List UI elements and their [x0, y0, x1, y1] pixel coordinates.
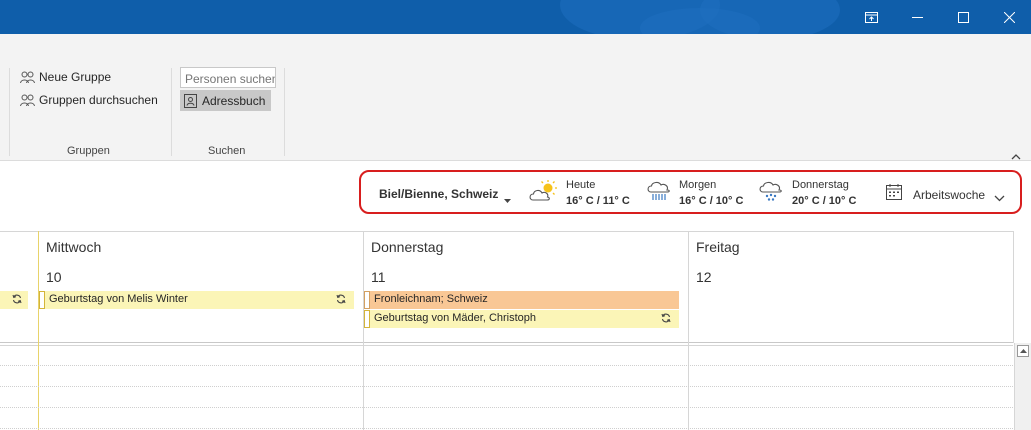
ribbon-separator — [284, 68, 285, 156]
recurring-icon — [661, 313, 671, 326]
weather-day-label: Donnerstag — [792, 179, 849, 191]
ribbon: Neue Gruppe Gruppen durchsuchen Gruppen … — [0, 34, 1031, 161]
shower-cloud-icon — [759, 179, 783, 208]
event-edge — [39, 291, 45, 309]
calendar-icon — [886, 184, 902, 205]
search-people-input[interactable] — [180, 67, 276, 88]
minimize-icon — [911, 16, 923, 18]
day-number[interactable]: 12 — [696, 269, 712, 285]
people-icon — [20, 94, 35, 106]
ribbon-display-options-button[interactable] — [848, 0, 894, 34]
event-title: Fronleichnam; Schweiz — [374, 293, 488, 305]
weather-day-temp: 16° C / 10° C — [679, 195, 744, 207]
address-book-label: Adressbuch — [202, 93, 266, 108]
scroll-up-button[interactable] — [1017, 345, 1029, 357]
ribbon-separator — [171, 68, 172, 156]
rain-cloud-icon — [647, 179, 671, 208]
weather-day-label: Heute — [566, 179, 596, 191]
event-birthday[interactable]: Geburtstag von Melis Winter — [39, 291, 354, 309]
chevron-down-icon[interactable] — [994, 189, 1005, 207]
view-selector[interactable]: Arbeitswoche — [913, 188, 985, 202]
weather-location[interactable]: Biel/Bienne, Schweiz — [379, 187, 498, 201]
event-birthday[interactable]: Geburtstag von Mäder, Christoph — [364, 310, 679, 328]
chevron-up-icon — [1011, 154, 1021, 160]
new-group-label: Neue Gruppe — [39, 70, 112, 84]
day-header[interactable]: Freitag — [696, 239, 740, 255]
collapse-ribbon-button[interactable] — [1011, 147, 1021, 165]
hour-line — [0, 407, 1013, 408]
hour-line — [0, 365, 1013, 366]
event-fragment[interactable] — [0, 291, 28, 309]
address-book-icon — [184, 93, 197, 108]
weather-bar: Biel/Bienne, Schweiz Heute 16° C / 11° C… — [359, 170, 1022, 214]
weather-day-label: Morgen — [679, 179, 717, 191]
caret-down-icon — [504, 199, 511, 203]
column-divider — [363, 231, 364, 430]
weather-day-temp: 20° C / 10° C — [792, 195, 857, 207]
maximize-button[interactable] — [940, 0, 986, 34]
browse-groups-button[interactable]: Gruppen durchsuchen — [20, 93, 158, 107]
recurring-icon — [12, 294, 22, 307]
allday-divider — [0, 342, 1013, 343]
sun-cloud-icon — [529, 179, 559, 208]
ribbon-display-icon — [864, 11, 878, 23]
new-group-button[interactable]: Neue Gruppe — [20, 70, 111, 84]
event-edge — [364, 291, 370, 309]
day-header[interactable]: Mittwoch — [46, 239, 101, 255]
location-dropdown-button[interactable] — [504, 190, 511, 208]
column-divider — [1013, 231, 1014, 343]
event-edge — [364, 310, 370, 328]
browse-groups-label: Gruppen durchsuchen — [39, 93, 158, 107]
vertical-scrollbar[interactable] — [1014, 343, 1031, 430]
weather-day-temp: 16° C / 11° C — [566, 195, 630, 207]
close-icon — [1003, 11, 1015, 23]
groups-group-label: Gruppen — [67, 145, 110, 157]
title-bar — [0, 0, 1031, 34]
day-number[interactable]: 11 — [371, 269, 386, 285]
maximize-icon — [957, 11, 969, 23]
column-divider — [688, 231, 689, 430]
hour-line — [0, 428, 1013, 429]
day-header[interactable]: Donnerstag — [371, 239, 443, 255]
recurring-icon — [336, 294, 346, 307]
calendar-top-border — [0, 231, 1013, 232]
event-title: Geburtstag von Mäder, Christoph — [374, 312, 537, 324]
event-holiday[interactable]: Fronleichnam; Schweiz — [364, 291, 679, 309]
hour-line — [0, 386, 1013, 387]
event-title: Geburtstag von Melis Winter — [49, 293, 188, 305]
close-button[interactable] — [986, 0, 1031, 34]
minimize-button[interactable] — [894, 0, 940, 34]
caret-up-icon — [1019, 349, 1027, 353]
day-number[interactable]: 10 — [46, 269, 62, 285]
people-icon — [20, 71, 35, 83]
search-group-label: Suchen — [208, 145, 246, 157]
allday-divider — [0, 345, 1013, 346]
ribbon-separator — [9, 68, 10, 156]
address-book-button[interactable]: Adressbuch — [180, 90, 271, 111]
today-column-border — [38, 231, 39, 430]
